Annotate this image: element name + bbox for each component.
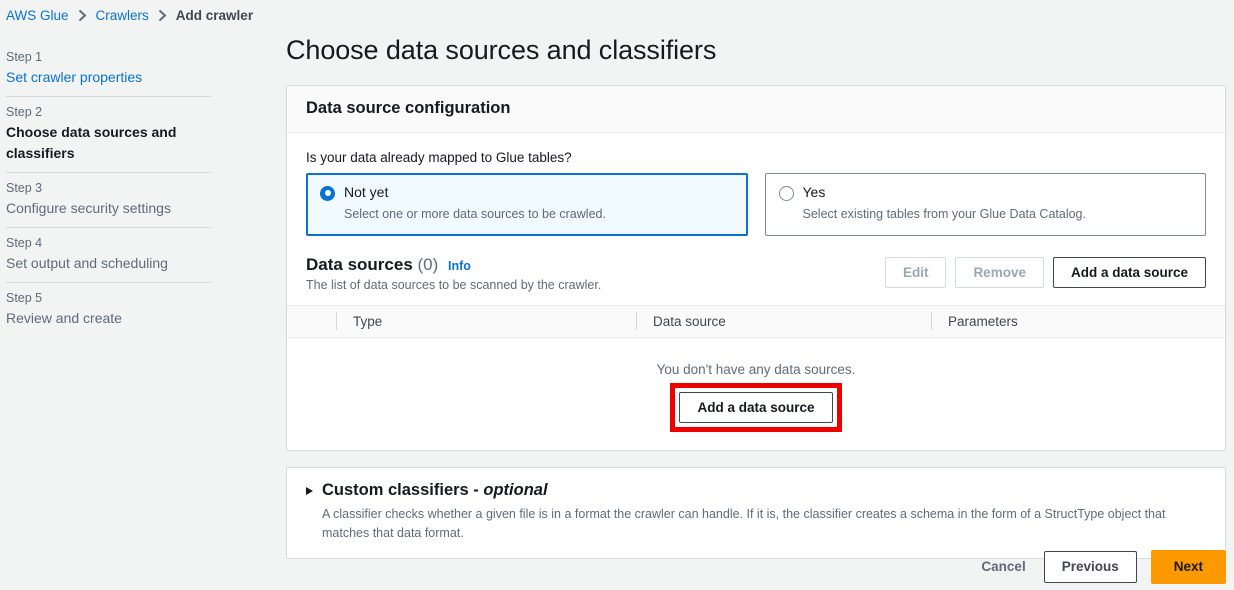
chevron-right-icon — [78, 9, 87, 22]
step-number: Step 3 — [6, 180, 43, 195]
breadcrumb: AWS Glue Crawlers Add crawler — [6, 8, 253, 23]
page-root: AWS Glue Crawlers Add crawler Step 1 Set… — [0, 0, 1234, 590]
table-header-data-source[interactable]: Data source — [636, 312, 931, 331]
custom-classifiers-title-text: Custom classifiers - — [322, 481, 484, 500]
sidebar-step-3[interactable]: Step 3 Configure security settings — [6, 171, 211, 227]
previous-button[interactable]: Previous — [1043, 551, 1137, 583]
mapped-question-label: Is your data already mapped to Glue tabl… — [306, 149, 572, 165]
page-title: Choose data sources and classifiers — [286, 35, 717, 65]
radio-tile-description: Select existing tables from your Glue Da… — [802, 206, 1086, 221]
data-sources-description: The list of data sources to be scanned b… — [306, 277, 602, 292]
sidebar-step-label-set-crawler-properties[interactable]: Set crawler properties — [6, 67, 211, 87]
sidebar-step-label-review-create: Review and create — [6, 310, 122, 327]
wizard-steps-sidebar: Step 1 Set crawler properties Step 2 Cho… — [6, 42, 211, 338]
data-sources-count: (0) — [417, 254, 439, 274]
empty-state-button-wrap: Add a data source — [670, 382, 842, 433]
radio-tile-description: Select one or more data sources to be cr… — [344, 206, 606, 221]
data-sources-actions: Edit Remove Add a data source — [884, 255, 1206, 289]
step-number: Step 1 — [6, 50, 43, 64]
wizard-footer: Cancel Previous Next — [977, 550, 1226, 584]
custom-classifiers-toggle[interactable]: Custom classifiers - optional — [306, 481, 1206, 500]
card-header: Data source configuration — [287, 85, 1225, 133]
card-body: Is your data already mapped to Glue tabl… — [287, 133, 1225, 451]
chevron-right-icon — [158, 9, 167, 22]
sidebar-step-4[interactable]: Step 4 Set output and scheduling — [6, 227, 211, 282]
data-sources-title: Data sources — [306, 254, 413, 274]
data-sources-header: Data sources (0) Info The list of data s… — [306, 236, 1206, 305]
custom-classifiers-optional-text: optional — [483, 481, 548, 500]
sidebar-step-2[interactable]: Step 2 Choose data sources and classifie… — [6, 96, 211, 172]
radio-tile-group: Not yet Select one or more data sources … — [306, 172, 1206, 236]
remove-button[interactable]: Remove — [955, 256, 1044, 289]
edit-button[interactable]: Edit — [884, 256, 947, 289]
info-link[interactable]: Info — [448, 259, 471, 273]
step-number: Step 2 — [6, 105, 43, 120]
radio-tile-yes[interactable]: Yes Select existing tables from your Glu… — [764, 172, 1206, 236]
radio-tile-not-yet[interactable]: Not yet Select one or more data sources … — [306, 172, 748, 236]
radio-tile-label-not-yet: Not yet — [344, 183, 389, 200]
sidebar-step-5[interactable]: Step 5 Review and create — [6, 282, 211, 337]
next-button[interactable]: Next — [1150, 550, 1226, 584]
data-sources-title-row: Data sources (0) Info — [306, 255, 601, 275]
breadcrumb-item-add-crawler: Add crawler — [175, 8, 254, 23]
custom-classifiers-card: Custom classifiers - optional A classifi… — [286, 467, 1226, 559]
sidebar-step-label-choose-data-sources: Choose data sources and classifiers — [6, 124, 177, 161]
sidebar-step-label-configure-security: Configure security settings — [6, 199, 171, 216]
data-sources-heading-group: Data sources (0) Info The list of data s… — [306, 255, 601, 292]
card-title: Data source configuration — [306, 98, 511, 117]
radio-tile-label-yes: Yes — [802, 183, 826, 200]
table-header-select — [287, 312, 336, 330]
table-header-parameters[interactable]: Parameters — [931, 312, 1225, 331]
custom-classifiers-description: A classifier checks whether a given file… — [322, 507, 1166, 540]
data-sources-table: Type Data source Parameters You don't ha… — [287, 304, 1225, 451]
breadcrumb-item-crawlers[interactable]: Crawlers — [96, 8, 149, 23]
step-number: Step 5 — [6, 291, 43, 306]
custom-classifiers-title: Custom classifiers - optional — [322, 481, 548, 500]
sidebar-step-1[interactable]: Step 1 Set crawler properties — [6, 42, 211, 96]
main-content: Choose data sources and classifiers Data… — [286, 35, 1226, 559]
step-number: Step 4 — [6, 236, 43, 251]
breadcrumb-item-aws-glue[interactable]: AWS Glue — [6, 8, 69, 23]
add-data-source-button[interactable]: Add a data source — [1052, 256, 1206, 289]
empty-state-text: You don't have any data sources. — [656, 361, 856, 377]
empty-state-add-data-source-button[interactable]: Add a data source — [679, 391, 833, 424]
triangle-right-icon — [306, 486, 313, 495]
radio-button-selected-icon[interactable] — [320, 185, 335, 201]
data-source-configuration-card: Data source configuration Is your data a… — [286, 84, 1226, 452]
cancel-button[interactable]: Cancel — [977, 553, 1029, 580]
table-header-row: Type Data source Parameters — [287, 304, 1225, 338]
radio-button-unselected-icon[interactable] — [778, 185, 794, 201]
table-empty-state: You don't have any data sources. Add a d… — [287, 337, 1225, 451]
table-header-type[interactable]: Type — [336, 312, 636, 331]
sidebar-step-label-set-output-scheduling: Set output and scheduling — [6, 255, 168, 272]
